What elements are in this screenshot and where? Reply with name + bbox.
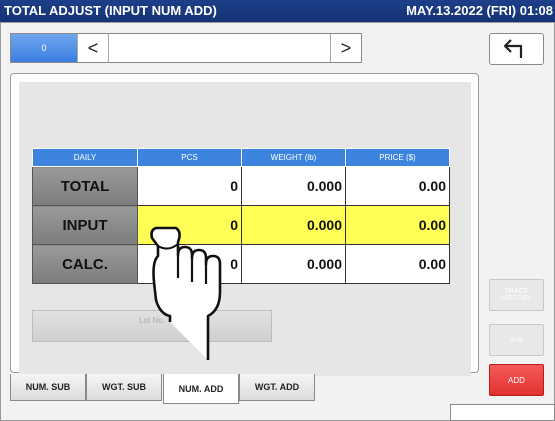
input-weight-field[interactable]: 0.000 [241, 205, 346, 245]
header-weight: WEIGHT (lb) [241, 148, 346, 167]
header-pcs: PCS [137, 148, 242, 167]
total-weight: 0.000 [241, 166, 346, 206]
calc-price: 0.00 [345, 244, 450, 284]
tab-num-add[interactable]: NUM. ADD [163, 374, 239, 404]
table-header-row: DAILY PCS WEIGHT (lb) PRICE ($) [32, 148, 450, 167]
total-pcs: 0 [137, 166, 242, 206]
tab-wgt-sub[interactable]: WGT. SUB [86, 374, 162, 401]
title-bar: TOTAL ADJUST (INPUT NUM ADD) MAY.13.2022… [0, 0, 555, 22]
table-row-total: TOTAL 0 0.000 0.00 [32, 166, 450, 206]
input-price-field[interactable]: 0.00 [345, 205, 450, 245]
add-button[interactable]: ADD [489, 364, 544, 396]
chevron-left-icon[interactable]: < [77, 34, 109, 62]
screen-title: TOTAL ADJUST (INPUT NUM ADD) [4, 3, 217, 18]
table-row-calc: CALC. 0 0.000 0.00 [32, 244, 450, 284]
tab-num-sub[interactable]: NUM. SUB [10, 374, 86, 401]
return-arrow-icon [503, 39, 522, 58]
header-price: PRICE ($) [345, 148, 450, 167]
tab-wgt-add[interactable]: WGT. ADD [239, 374, 315, 401]
record-counter: 0 [11, 34, 77, 62]
back-button[interactable] [489, 33, 544, 65]
chevron-right-icon[interactable]: > [330, 34, 361, 62]
record-navigator: 0 < > [10, 33, 362, 63]
row-label-total: TOTAL [32, 166, 138, 206]
calc-weight: 0.000 [241, 244, 346, 284]
sub-button[interactable]: SUB [489, 324, 544, 356]
datetime: MAY.13.2022 (FRI) 01:08 [406, 3, 553, 18]
row-label-calc: CALC. [32, 244, 138, 284]
row-label-input: INPUT [32, 205, 138, 245]
totals-table: DAILY PCS WEIGHT (lb) PRICE ($) TOTAL 0 … [32, 148, 450, 284]
total-price: 0.00 [345, 166, 450, 206]
pointing-hand-icon [150, 226, 222, 360]
trace-history-button[interactable]: TRACE HISTORY [489, 279, 544, 311]
status-box [450, 404, 555, 421]
header-daily: DAILY [32, 148, 138, 167]
table-row-input: INPUT 0 0.000 0.00 [32, 205, 450, 245]
